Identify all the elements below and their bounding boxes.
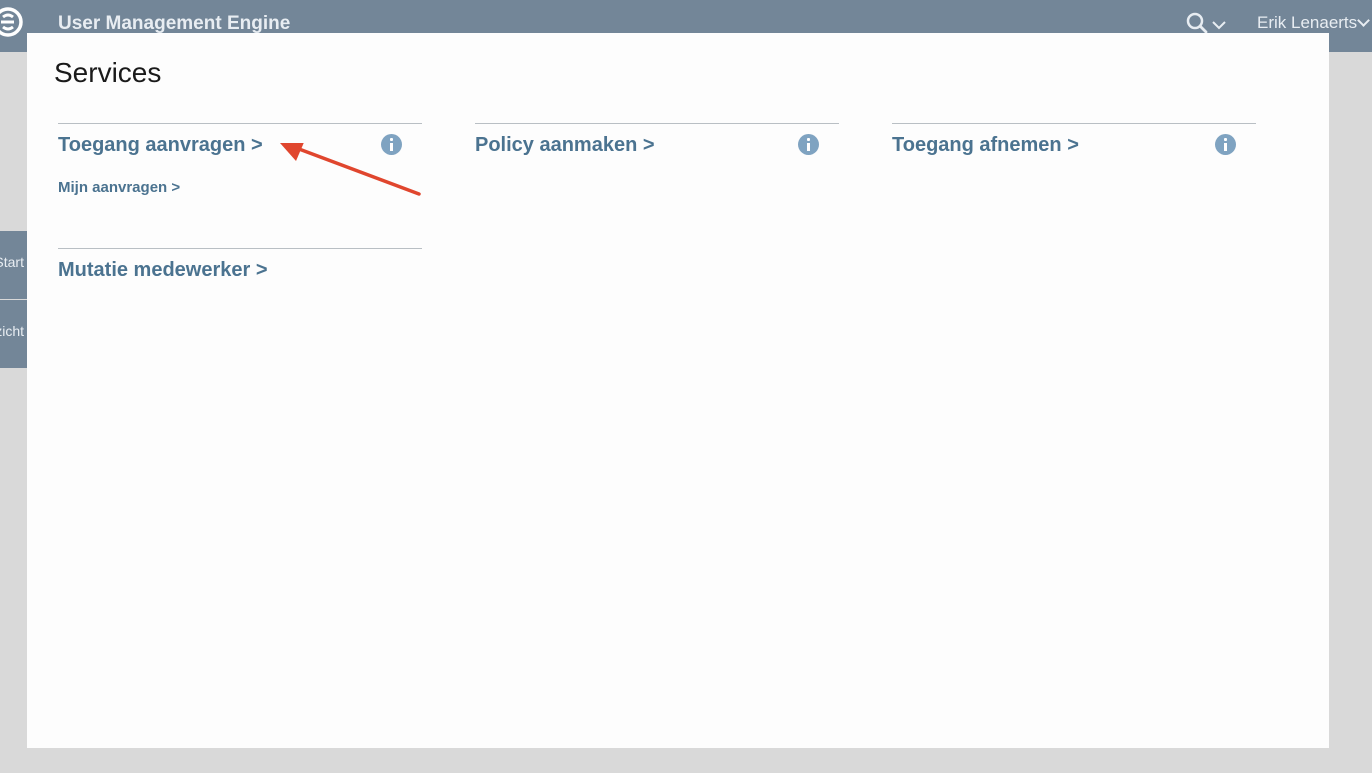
policy-aanmaken-link[interactable]: Policy aanmaken > [475, 134, 655, 157]
sidebar-tab-start[interactable]: Start [0, 231, 27, 299]
mijn-aanvragen-link[interactable]: Mijn aanvragen > [58, 179, 180, 196]
sidebar-tab-label: Start [0, 254, 24, 270]
annotation-arrow-icon [280, 143, 421, 196]
service-toegang-afnemen: Toegang afnemen > [892, 123, 1256, 184]
logo-icon[interactable] [0, 6, 24, 38]
user-menu[interactable]: Erik Lenaerts [1257, 13, 1371, 33]
info-icon[interactable] [798, 134, 819, 155]
chevron-down-icon [1212, 21, 1226, 30]
sidebar-tab-overzicht[interactable]: Overzicht [0, 300, 27, 368]
user-name: Erik Lenaerts [1257, 13, 1358, 32]
app-title[interactable]: User Management Engine [58, 13, 290, 35]
toegang-afnemen-link[interactable]: Toegang afnemen > [892, 134, 1079, 157]
toegang-aanvragen-link[interactable]: Toegang aanvragen > [58, 134, 263, 157]
chevron-down-icon [1357, 14, 1371, 27]
services-modal: Services Toegang aanvragen > Mijn aanvra… [27, 33, 1329, 748]
service-mutatie-medewerker: Mutatie medewerker > [58, 248, 422, 309]
info-icon[interactable] [1215, 134, 1236, 155]
mutatie-medewerker-link[interactable]: Mutatie medewerker > [58, 259, 268, 282]
sidebar-tab-label: Overzicht [0, 323, 24, 339]
page-title: Services [54, 57, 162, 88]
service-policy-aanmaken: Policy aanmaken > [475, 123, 839, 184]
